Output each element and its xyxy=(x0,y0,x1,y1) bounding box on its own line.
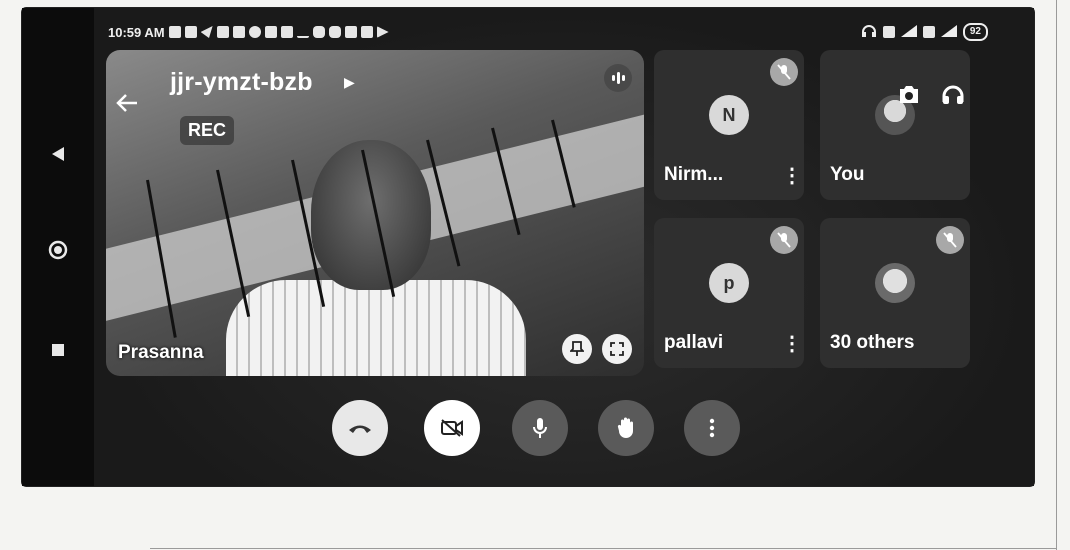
notification-icon xyxy=(168,26,181,38)
status-bar: 10:59 AM 92 xyxy=(108,20,1008,44)
signal-icon xyxy=(900,24,917,40)
pin-icon[interactable] xyxy=(562,334,592,364)
participant-tile[interactable]: p pallavi ⋮ xyxy=(654,218,804,368)
mail-icon xyxy=(280,26,293,38)
audio-level-icon xyxy=(604,64,632,92)
notification-icon xyxy=(184,26,197,38)
phone-screenshot: 10:59 AM 92 jjr-ymzt-bzb ▶ REC Prasanna … xyxy=(22,8,1034,486)
battery-indicator: 92 xyxy=(962,23,988,41)
telegram-icon xyxy=(200,26,213,38)
status-time: 10:59 AM xyxy=(108,24,165,40)
recents-square-icon[interactable] xyxy=(46,338,70,362)
fullscreen-icon[interactable] xyxy=(602,334,632,364)
meeting-code[interactable]: jjr-ymzt-bzb xyxy=(170,68,313,97)
headphones-status-icon xyxy=(861,24,877,41)
video-person xyxy=(226,280,526,376)
avatar: p xyxy=(709,263,749,303)
play-icon xyxy=(376,26,389,38)
participant-name: 30 others xyxy=(830,332,915,353)
instagram-icon xyxy=(328,26,341,38)
microphone-icon[interactable] xyxy=(512,400,568,456)
participant-name: pallavi xyxy=(664,332,724,353)
recording-badge: REC xyxy=(180,116,235,145)
sim-icon xyxy=(922,26,935,38)
page-edge-line xyxy=(1056,0,1057,550)
participant-tile[interactable]: You xyxy=(820,50,970,200)
mic-off-icon xyxy=(770,58,798,86)
headphones-icon[interactable] xyxy=(938,80,968,110)
more-options-icon[interactable] xyxy=(684,400,740,456)
youtube-icon xyxy=(232,26,245,38)
participant-name: Nirm... xyxy=(664,164,724,185)
page-bottom-line xyxy=(150,548,1056,549)
chevron-right-icon[interactable]: ▶ xyxy=(344,74,355,91)
more-vert-icon[interactable]: ⋮ xyxy=(782,331,802,356)
participant-tile-overflow[interactable]: 30 others xyxy=(820,218,970,368)
mic-off-icon xyxy=(936,226,964,254)
main-video-tile[interactable]: jjr-ymzt-bzb ▶ REC Prasanna xyxy=(106,50,644,376)
participant-name: You xyxy=(830,164,865,185)
system-nav-bar xyxy=(22,8,94,486)
camera-off-icon[interactable] xyxy=(424,400,480,456)
signal-icon xyxy=(940,24,957,40)
raise-hand-icon[interactable] xyxy=(598,400,654,456)
sim-icon xyxy=(882,26,895,38)
notification-icon xyxy=(248,26,261,38)
end-call-icon[interactable] xyxy=(332,400,388,456)
main-participant-name: Prasanna xyxy=(118,342,204,363)
more-vert-icon[interactable]: ⋮ xyxy=(782,163,802,188)
avatar: N xyxy=(709,95,749,135)
avatar xyxy=(875,263,915,303)
meet-screen: 10:59 AM 92 jjr-ymzt-bzb ▶ REC Prasanna … xyxy=(94,8,1034,486)
call-controls xyxy=(94,400,1034,460)
back-triangle-icon[interactable] xyxy=(46,142,70,166)
download-icon xyxy=(296,26,309,38)
participant-tile[interactable]: N Nirm... ⋮ xyxy=(654,50,804,200)
notification-icon xyxy=(360,26,373,38)
instagram-icon xyxy=(312,26,325,38)
back-arrow-icon[interactable] xyxy=(116,92,140,116)
home-circle-icon[interactable] xyxy=(46,238,70,262)
notification-icon xyxy=(264,26,277,38)
mic-off-icon xyxy=(770,226,798,254)
youtube-icon xyxy=(344,26,357,38)
video-person xyxy=(311,140,431,290)
switch-camera-icon[interactable] xyxy=(894,80,924,110)
notification-icon xyxy=(216,26,229,38)
